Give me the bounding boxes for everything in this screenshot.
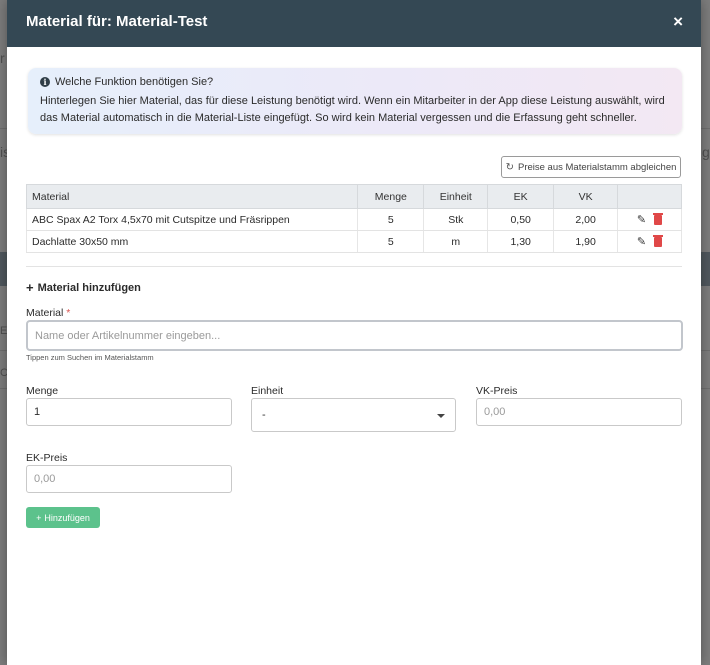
vk-preis-label: VK-Preis [476, 385, 518, 397]
ek-preis-input[interactable] [26, 465, 232, 493]
column-header-vk: VK [553, 184, 619, 209]
chevron-down-icon [437, 414, 445, 418]
material-table: Material Menge Einheit EK VK ABC Spax A2… [25, 184, 682, 253]
material-hint: Tippen zum Suchen im Materialstamm [26, 353, 154, 362]
material-modal: Material für: Material-Test × i Welche F… [7, 0, 701, 665]
cell-actions: ✎ [617, 230, 682, 253]
cell-vk: 2,00 [553, 208, 619, 231]
add-material-button[interactable]: + Hinzufügen [26, 507, 100, 528]
cell-einheit: Stk [423, 208, 489, 231]
info-title-row: i Welche Funktion benötigen Sie? [40, 76, 670, 88]
modal-header: Material für: Material-Test × [7, 0, 701, 47]
vk-preis-input[interactable] [476, 398, 682, 426]
info-text: Hinterlegen Sie hier Material, das für d… [40, 93, 670, 127]
cell-material: Dachlatte 30x50 mm [25, 230, 359, 253]
table-header-row: Material Menge Einheit EK VK [25, 184, 682, 209]
einheit-label: Einheit [251, 385, 284, 397]
column-header-actions [617, 184, 682, 209]
edit-pencil-icon[interactable]: ✎ [637, 235, 646, 248]
cell-actions: ✎ [617, 208, 682, 231]
material-label-text: Material [26, 307, 64, 319]
info-circle-icon: i [40, 77, 50, 87]
menge-label: Menge [26, 385, 59, 397]
cell-material: ABC Spax A2 Torx 4,5x70 mit Cutspitze un… [25, 208, 359, 231]
material-search-input[interactable] [26, 320, 683, 351]
einheit-select[interactable]: - [251, 398, 456, 432]
cell-einheit: m [423, 230, 489, 253]
add-material-heading: + Material hinzufügen [26, 280, 141, 295]
delete-trash-icon[interactable] [653, 212, 664, 225]
table-row: Dachlatte 30x50 mm 5 m 1,30 1,90 ✎ [25, 230, 682, 253]
section-divider [26, 266, 682, 267]
refresh-icon: ↻ [505, 161, 514, 173]
info-title: Welche Funktion benötigen Sie? [55, 76, 214, 88]
column-header-einheit: Einheit [423, 184, 489, 209]
info-text-line: das Material automatisch in die Material… [40, 112, 637, 124]
cell-menge: 5 [357, 208, 425, 231]
info-box: i Welche Funktion benötigen Sie? Hinterl… [28, 68, 682, 134]
add-material-title: Material hinzufügen [37, 281, 141, 294]
edit-pencil-icon[interactable]: ✎ [637, 213, 646, 226]
backdrop-text-fragment: g [702, 144, 710, 160]
column-header-ek: EK [487, 184, 555, 209]
plus-icon: + [36, 512, 42, 523]
cell-ek: 0,50 [487, 208, 555, 231]
column-header-material: Material [25, 184, 359, 209]
backdrop-text-fragment: r [0, 50, 5, 66]
sync-prices-button[interactable]: ↻ Preise aus Materialstamm abgleichen [501, 156, 681, 178]
einheit-selected-value: - [262, 409, 266, 421]
add-button-label: Hinzufügen [44, 512, 90, 523]
menge-input[interactable] [26, 398, 232, 426]
plus-icon: + [26, 280, 34, 295]
close-icon[interactable]: × [673, 12, 683, 32]
column-header-menge: Menge [357, 184, 425, 209]
delete-trash-icon[interactable] [653, 234, 664, 247]
material-label: Material * [26, 307, 70, 319]
modal-title: Material für: Material-Test [26, 13, 208, 30]
cell-ek: 1,30 [487, 230, 555, 253]
info-text-line: Hinterlegen Sie hier Material, das für d… [40, 95, 665, 107]
cell-menge: 5 [357, 230, 425, 253]
sync-prices-label: Preise aus Materialstamm abgleichen [517, 161, 677, 173]
ek-preis-label: EK-Preis [26, 452, 68, 464]
table-row: ABC Spax A2 Torx 4,5x70 mit Cutspitze un… [25, 208, 682, 231]
required-marker: * [66, 307, 71, 319]
cell-vk: 1,90 [553, 230, 619, 253]
